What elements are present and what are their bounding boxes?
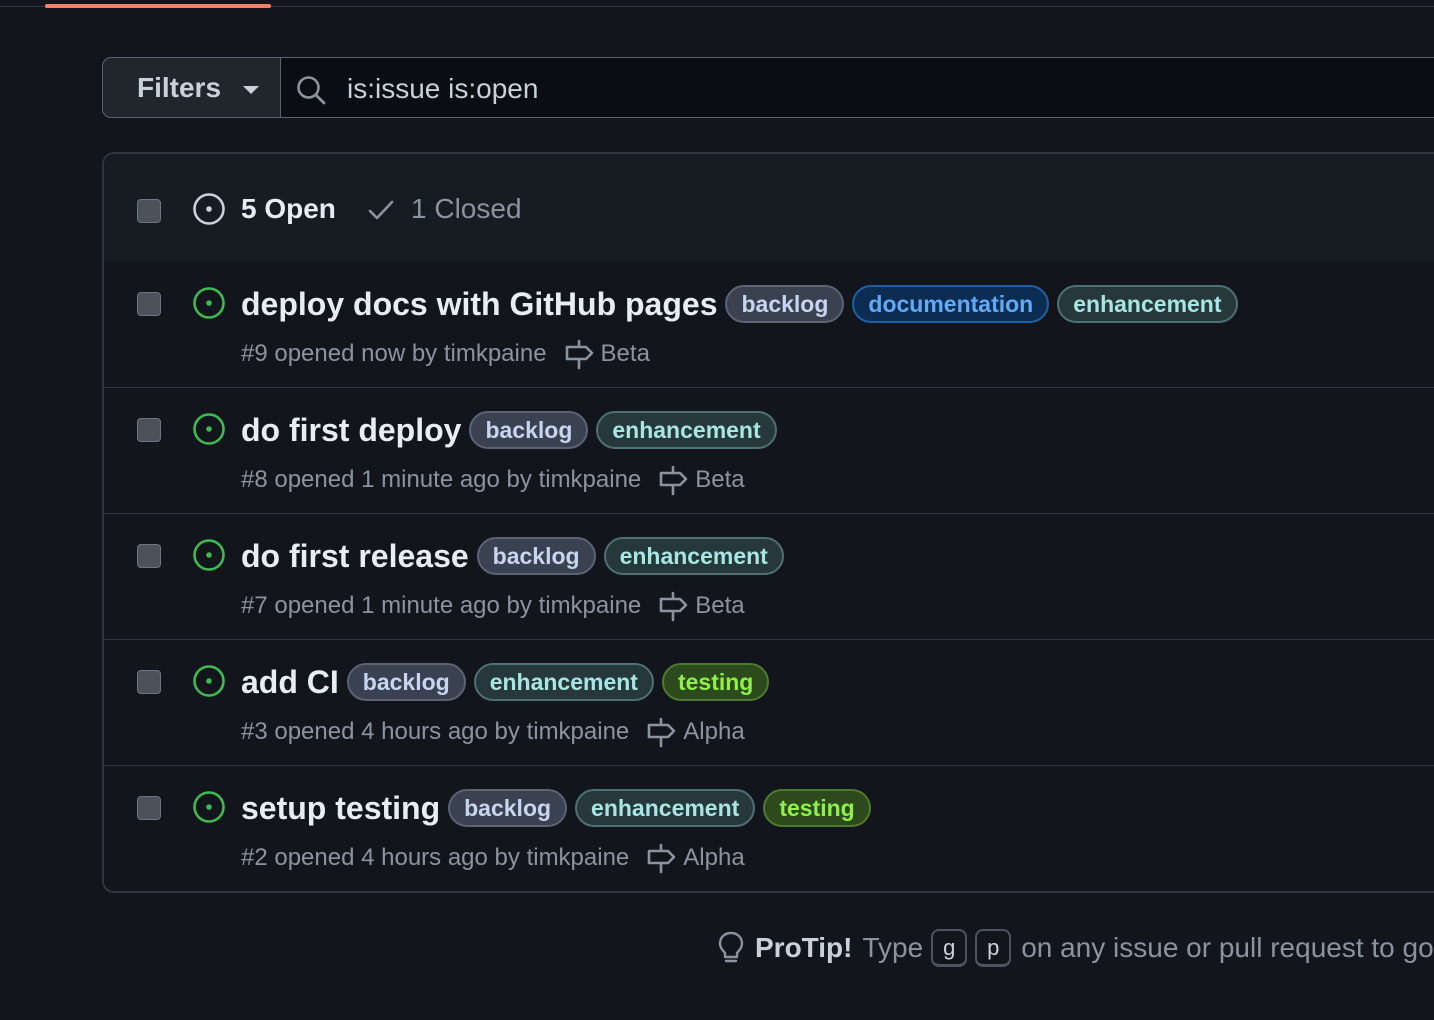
issue-opened-icon xyxy=(193,665,225,697)
filters-button[interactable]: Filters xyxy=(102,57,281,118)
milestone-icon xyxy=(659,465,688,496)
issue-meta-line: #9 opened now by timkpaine Beta xyxy=(241,338,650,370)
label-backlog[interactable]: backlog xyxy=(469,411,589,449)
issue-checkbox[interactable] xyxy=(137,544,161,568)
issue-meta: #3 opened 4 hours ago by timkpaine xyxy=(241,718,630,745)
milestone-icon xyxy=(659,591,688,622)
issue-opened-icon xyxy=(193,193,225,225)
issues-list-header: 5 Open 1 Closed xyxy=(104,154,1434,263)
search-input[interactable] xyxy=(345,66,1349,112)
issue-opened-icon xyxy=(193,413,225,445)
issue-opened-icon xyxy=(193,791,225,823)
issue-meta: #8 opened 1 minute ago by timkpaine xyxy=(241,466,642,493)
label-backlog[interactable]: backlog xyxy=(448,789,568,827)
issue-title-line: setup testing backlog enhancement testing xyxy=(241,788,879,828)
milestone-link[interactable]: Beta xyxy=(601,338,650,370)
issue-row: add CI backlog enhancement testing #3 opened… xyxy=(104,640,1434,766)
label-testing[interactable]: testing xyxy=(661,663,770,701)
issue-title-link[interactable]: deploy docs with GitHub pages xyxy=(241,284,717,324)
protip-text: on any issue or pull request to go xyxy=(1021,932,1434,963)
issue-title-line: do first release backlog enhancement xyxy=(241,536,792,576)
label-enhancement[interactable]: enhancement xyxy=(603,537,784,575)
protip-type-word: Type xyxy=(862,932,924,963)
issue-row: do first release backlog enhancement #7 ope… xyxy=(104,514,1434,640)
protip: ProTip! Type g p on any issue or pull re… xyxy=(717,928,1434,968)
select-all-checkbox[interactable] xyxy=(137,199,161,223)
keyboard-key-g: g xyxy=(931,929,968,967)
label-documentation[interactable]: documentation xyxy=(852,285,1050,323)
keyboard-key-p: p xyxy=(975,929,1012,967)
issue-checkbox[interactable] xyxy=(137,796,161,820)
search-box xyxy=(281,57,1434,118)
issue-row: setup testing backlog enhancement testing #2… xyxy=(104,766,1434,891)
issue-meta-line: #2 opened 4 hours ago by timkpaine Alpha xyxy=(241,842,745,874)
open-issues-tab[interactable]: 5 Open xyxy=(241,192,336,226)
label-backlog[interactable]: backlog xyxy=(476,537,596,575)
issue-title-link[interactable]: add CI xyxy=(241,662,339,702)
issues-list: 5 Open 1 Closed deploy docs with GitHub … xyxy=(102,152,1434,893)
issue-title-link[interactable]: do first release xyxy=(241,536,469,576)
issue-checkbox[interactable] xyxy=(137,292,161,316)
filters-label: Filters xyxy=(137,71,222,103)
label-enhancement[interactable]: enhancement xyxy=(575,789,756,827)
milestone-icon xyxy=(647,843,676,874)
issue-title-line: add CI backlog enhancement testing xyxy=(241,662,777,702)
milestone-icon xyxy=(565,339,593,370)
issue-checkbox[interactable] xyxy=(137,670,161,694)
light-bulb-icon xyxy=(718,931,744,963)
protip-title: ProTip! xyxy=(755,932,853,963)
check-icon xyxy=(368,200,394,220)
milestone-link[interactable]: Beta xyxy=(695,590,744,622)
label-enhancement[interactable]: enhancement xyxy=(596,411,777,449)
label-enhancement[interactable]: enhancement xyxy=(1057,285,1238,323)
issue-title-link[interactable]: setup testing xyxy=(241,788,440,828)
search-icon xyxy=(297,76,326,105)
issue-checkbox[interactable] xyxy=(137,418,161,442)
milestone-link[interactable]: Alpha xyxy=(683,716,744,748)
issue-title-line: do first deploy backlog enhancement xyxy=(241,410,785,450)
milestone-link[interactable]: Alpha xyxy=(683,842,744,874)
issue-title-line: deploy docs with GitHub pages backlog docu… xyxy=(241,284,1246,324)
selected-tab-underline xyxy=(45,4,271,8)
label-testing[interactable]: testing xyxy=(763,789,871,827)
label-backlog[interactable]: backlog xyxy=(346,663,466,701)
caret-down-icon xyxy=(243,85,260,94)
issue-meta: #2 opened 4 hours ago by timkpaine xyxy=(241,844,630,871)
issue-meta-line: #8 opened 1 minute ago by timkpaine Beta xyxy=(241,464,745,496)
issue-row: do first deploy backlog enhancement #8 open… xyxy=(104,388,1434,514)
label-enhancement[interactable]: enhancement xyxy=(473,663,654,701)
closed-issues-tab[interactable]: 1 Closed xyxy=(411,192,522,226)
issue-opened-icon xyxy=(193,539,225,571)
milestone-link[interactable]: Beta xyxy=(695,464,744,496)
issue-meta: #7 opened 1 minute ago by timkpaine xyxy=(241,592,642,619)
issue-opened-icon xyxy=(193,287,225,319)
issue-row: deploy docs with GitHub pages backlog docu… xyxy=(104,262,1434,388)
issue-meta-line: #3 opened 4 hours ago by timkpaine Alpha xyxy=(241,716,745,748)
milestone-icon xyxy=(647,717,676,748)
issue-title-link[interactable]: do first deploy xyxy=(241,410,461,450)
issue-meta-line: #7 opened 1 minute ago by timkpaine Beta xyxy=(241,590,745,622)
label-backlog[interactable]: backlog xyxy=(725,285,845,323)
issue-meta: #9 opened now by timkpaine xyxy=(241,340,547,367)
